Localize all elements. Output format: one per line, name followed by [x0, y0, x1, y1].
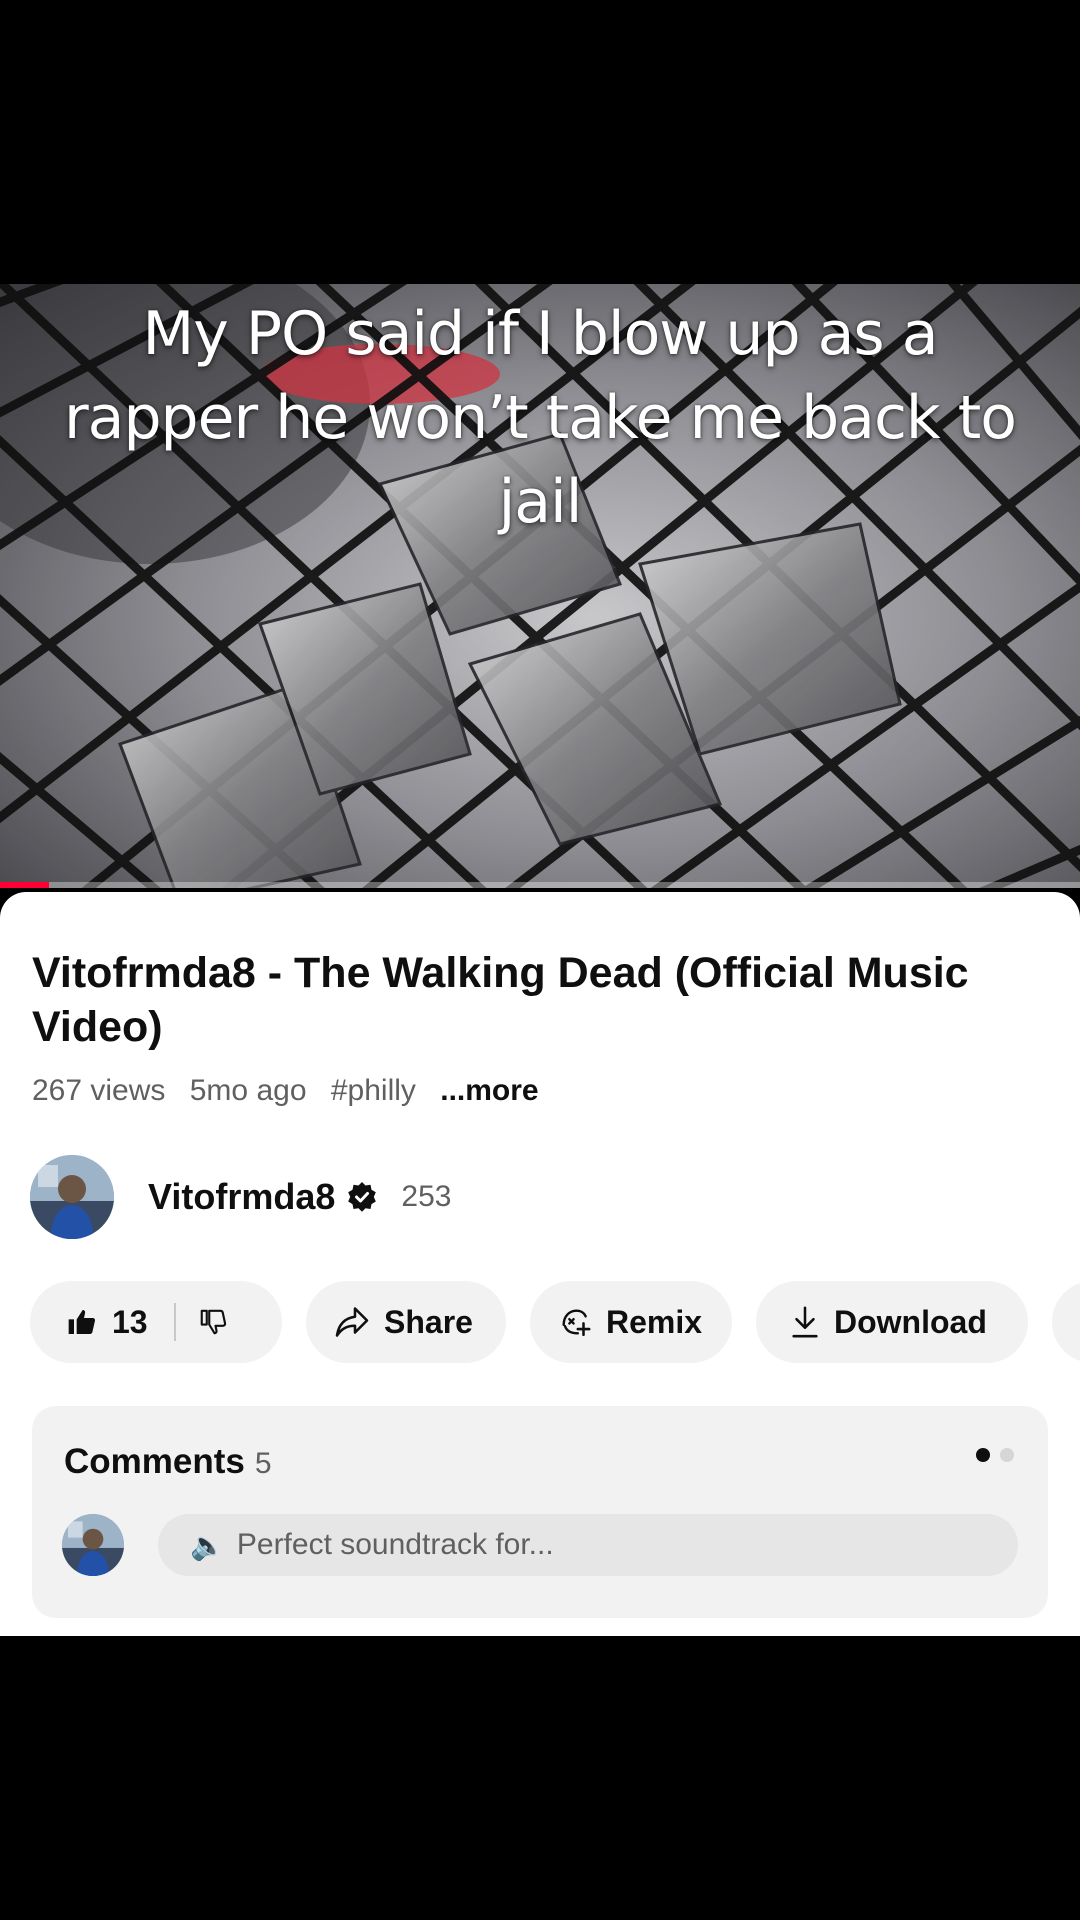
video-progress-fill — [0, 882, 49, 888]
commenter-avatar — [62, 1514, 124, 1576]
remix-button[interactable]: Remix — [530, 1281, 732, 1363]
video-caption: My PO said if I blow up as a rapper he w… — [64, 299, 1017, 537]
comments-count: 5 — [254, 1447, 272, 1480]
like-divider — [173, 1303, 176, 1341]
thumbs-up-icon[interactable] — [66, 1306, 98, 1338]
verified-badge-icon — [348, 1182, 377, 1212]
channel-row[interactable]: Vitofrmda8 253 — [30, 1154, 451, 1240]
channel-avatar[interactable] — [30, 1155, 114, 1239]
page-dot-inactive — [1000, 1448, 1014, 1462]
video-details-sheet: Vitofrmda8 - The Walking Dead (Official … — [0, 892, 1080, 1636]
like-count: 13 — [112, 1303, 148, 1340]
subscriber-count: 253 — [401, 1180, 452, 1213]
view-count: 267 views — [32, 1074, 166, 1107]
share-button[interactable]: Share — [306, 1281, 506, 1363]
remix-label: Remix — [606, 1303, 703, 1340]
video-title[interactable]: Vitofrmda8 - The Walking Dead (Official … — [32, 946, 1032, 1054]
more-link[interactable]: ...more — [440, 1074, 538, 1107]
video-player[interactable]: My PO said if I blow up as a rapper he w… — [0, 284, 1080, 888]
comment-preview-row[interactable]: 🔈 Perfect soundtrack for... — [62, 1514, 1018, 1576]
share-label: Share — [384, 1303, 473, 1340]
share-arrow-icon — [335, 1307, 369, 1337]
screen: My PO said if I blow up as a rapper he w… — [0, 0, 1080, 1920]
clip-button[interactable] — [1052, 1281, 1080, 1363]
download-label: Download — [834, 1303, 987, 1340]
page-dot-active — [976, 1448, 990, 1462]
comment-preview-text: Perfect soundtrack for... — [236, 1528, 554, 1561]
video-meta[interactable]: 267 views 5mo ago #philly ...more — [32, 1074, 555, 1108]
video-progress-bar[interactable] — [0, 882, 1080, 888]
thumbs-down-icon[interactable] — [198, 1307, 228, 1337]
download-icon — [792, 1306, 818, 1338]
like-dislike-group: 13 — [30, 1281, 282, 1363]
download-button[interactable]: Download — [756, 1281, 1028, 1363]
action-bar: 13 Share Remix Download — [30, 1280, 1080, 1364]
hashtag-link[interactable]: #philly — [331, 1074, 416, 1107]
comments-page-indicator — [966, 1448, 1014, 1462]
avatar-image — [30, 1155, 114, 1239]
remix-icon — [562, 1309, 591, 1337]
comment-preview[interactable]: 🔈 Perfect soundtrack for... — [158, 1514, 1018, 1576]
upload-age: 5mo ago — [189, 1074, 307, 1107]
channel-name[interactable]: Vitofrmda8 — [148, 1176, 335, 1218]
commenter-avatar-image — [62, 1514, 124, 1576]
comments-panel[interactable]: Comments 5 🔈 Perfect soundtrack for... — [32, 1406, 1048, 1618]
comments-title: Comments — [64, 1442, 245, 1481]
speaker-emoji: 🔈 — [190, 1529, 225, 1561]
comments-heading: Comments 5 — [64, 1442, 272, 1482]
